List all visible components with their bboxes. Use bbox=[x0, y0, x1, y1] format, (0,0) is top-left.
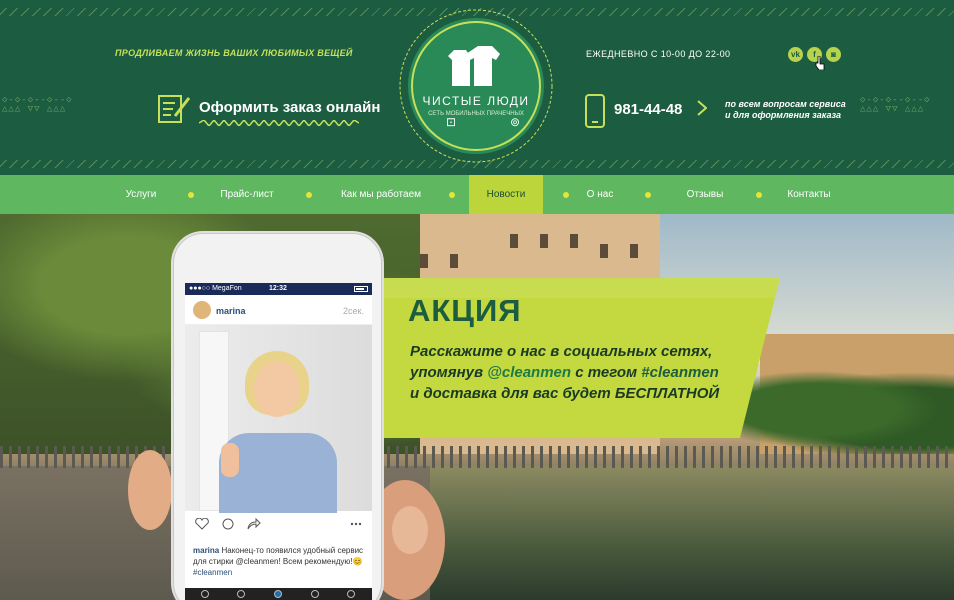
hand-cursor-icon bbox=[815, 56, 825, 70]
nav-separator-dot bbox=[645, 192, 651, 198]
caption-hashtag: #cleanmen bbox=[193, 568, 233, 577]
order-online-link[interactable]: Оформить заказ онлайн bbox=[157, 92, 380, 132]
more-icon bbox=[350, 522, 362, 526]
promo-title: АКЦИЯ bbox=[408, 293, 522, 328]
promo-text: Расскажите о нас в социальных сетях, упо… bbox=[410, 341, 730, 404]
nav-item-news[interactable]: Новости bbox=[469, 175, 543, 214]
caption-username: marina bbox=[193, 546, 220, 555]
order-form-icon bbox=[158, 95, 191, 123]
promo-text-part-3: и доставка для вас будет bbox=[410, 385, 615, 402]
nav-separator-dot bbox=[449, 192, 455, 198]
main-nav: Услуги Прайс-лист Как мы работаем Новост… bbox=[0, 175, 954, 214]
phone-note: по всем вопросам сервиса и для оформлени… bbox=[725, 99, 846, 121]
logo-title: ЧИСТЫЕ ЛЮДИ bbox=[422, 94, 530, 108]
activity-icon bbox=[311, 590, 319, 598]
logo-subtitle: СЕТЬ МОБИЛЬНЫХ ПРАЧЕЧНЫХ bbox=[428, 111, 524, 117]
phone-note-line1: по всем вопросам сервиса bbox=[725, 99, 846, 109]
nav-item-how-we-work[interactable]: Как мы работаем bbox=[330, 175, 432, 214]
ornament-left: ◇-◇-◇--◇--◇ △△△ ▽▽ △△△ bbox=[2, 95, 73, 114]
ornament-right: ◇-◇-◇--◇--◇ △△△ ▽▽ △△△ bbox=[860, 95, 931, 114]
photo-thumbs-up bbox=[221, 443, 239, 477]
search-icon bbox=[237, 590, 245, 598]
promo-mention: @cleanmen bbox=[487, 364, 572, 381]
order-online-label: Оформить заказ онлайн bbox=[199, 99, 381, 116]
post-photo bbox=[185, 325, 372, 513]
avatar bbox=[193, 301, 211, 319]
logo[interactable]: ⊡ ⊚ ЧИСТЫЕ ЛЮДИ СЕТЬ МОБИЛЬНЫХ ПРАЧЕЧНЫХ bbox=[398, 8, 554, 164]
carrier-label: ●●●○○ MegaFon bbox=[189, 285, 242, 292]
nav-item-price-list[interactable]: Прайс-лист bbox=[210, 175, 284, 214]
nav-item-reviews[interactable]: Отзывы bbox=[676, 175, 734, 214]
heart-icon bbox=[195, 518, 209, 530]
phone-note-line2: и для оформления заказа bbox=[725, 110, 842, 120]
promo-text-part-4: БЕСПЛАТНОЙ bbox=[614, 385, 720, 402]
nav-separator-dot bbox=[563, 192, 569, 198]
chevron-right-icon bbox=[697, 100, 707, 116]
share-icon bbox=[247, 518, 261, 530]
promo-text-part-2: с тегом bbox=[571, 364, 642, 381]
post-actions bbox=[185, 511, 372, 537]
site-header: ◇-◇-◇--◇--◇ △△△ ▽▽ △△△ ◇-◇-◇--◇--◇ △△△ ▽▽ … bbox=[0, 0, 954, 175]
caption-text: Наконец-то появился удобный сервис для с… bbox=[193, 546, 364, 566]
comment-icon bbox=[222, 518, 234, 530]
logo-badge-icon: ⊡ ⊚ bbox=[399, 9, 553, 163]
hero-canal-water bbox=[430, 466, 954, 600]
nav-item-services[interactable]: Услуги bbox=[110, 175, 172, 214]
nav-item-contacts[interactable]: Контакты bbox=[778, 175, 840, 214]
nav-separator-dot bbox=[306, 192, 312, 198]
post-caption: marina Наконец-то появился удобный серви… bbox=[193, 545, 365, 578]
wave-underline bbox=[199, 120, 359, 126]
post-header: marina 2сек. bbox=[185, 295, 372, 325]
nav-item-about[interactable]: О нас bbox=[578, 175, 622, 214]
camera-icon bbox=[274, 590, 282, 598]
instagram-icon[interactable]: ◙ bbox=[826, 47, 841, 62]
post-time: 2сек. bbox=[343, 306, 364, 316]
promo-hashtag: #cleanmen bbox=[641, 364, 719, 381]
phone-tab-bar bbox=[185, 588, 372, 600]
nav-separator-dot bbox=[756, 192, 762, 198]
phone-number[interactable]: 981-44-48 bbox=[614, 101, 682, 118]
status-time: 12:32 bbox=[269, 285, 287, 292]
phone-status-bar: ●●●○○ MegaFon 12:32 bbox=[185, 283, 372, 295]
working-hours: ЕЖЕДНЕВНО С 10-00 ДО 22-00 bbox=[586, 49, 731, 59]
phone-icon bbox=[585, 94, 605, 128]
vk-icon[interactable]: vk bbox=[788, 47, 803, 62]
phone-screen: ●●●○○ MegaFon 12:32 marina 2сек. marina … bbox=[185, 283, 372, 600]
home-icon bbox=[201, 590, 209, 598]
profile-icon bbox=[347, 590, 355, 598]
nav-separator-dot bbox=[188, 192, 194, 198]
post-username: marina bbox=[216, 306, 246, 316]
battery-icon bbox=[354, 286, 368, 292]
photo-woman-face bbox=[254, 361, 300, 417]
tagline: ПРОДЛИВАЕМ ЖИЗНЬ ВАШИХ ЛЮБИМЫХ ВЕЩЕЙ bbox=[115, 48, 353, 58]
page: ◇-◇-◇--◇--◇ △△△ ▽▽ △△△ ◇-◇-◇--◇--◇ △△△ ▽▽ … bbox=[0, 0, 954, 600]
